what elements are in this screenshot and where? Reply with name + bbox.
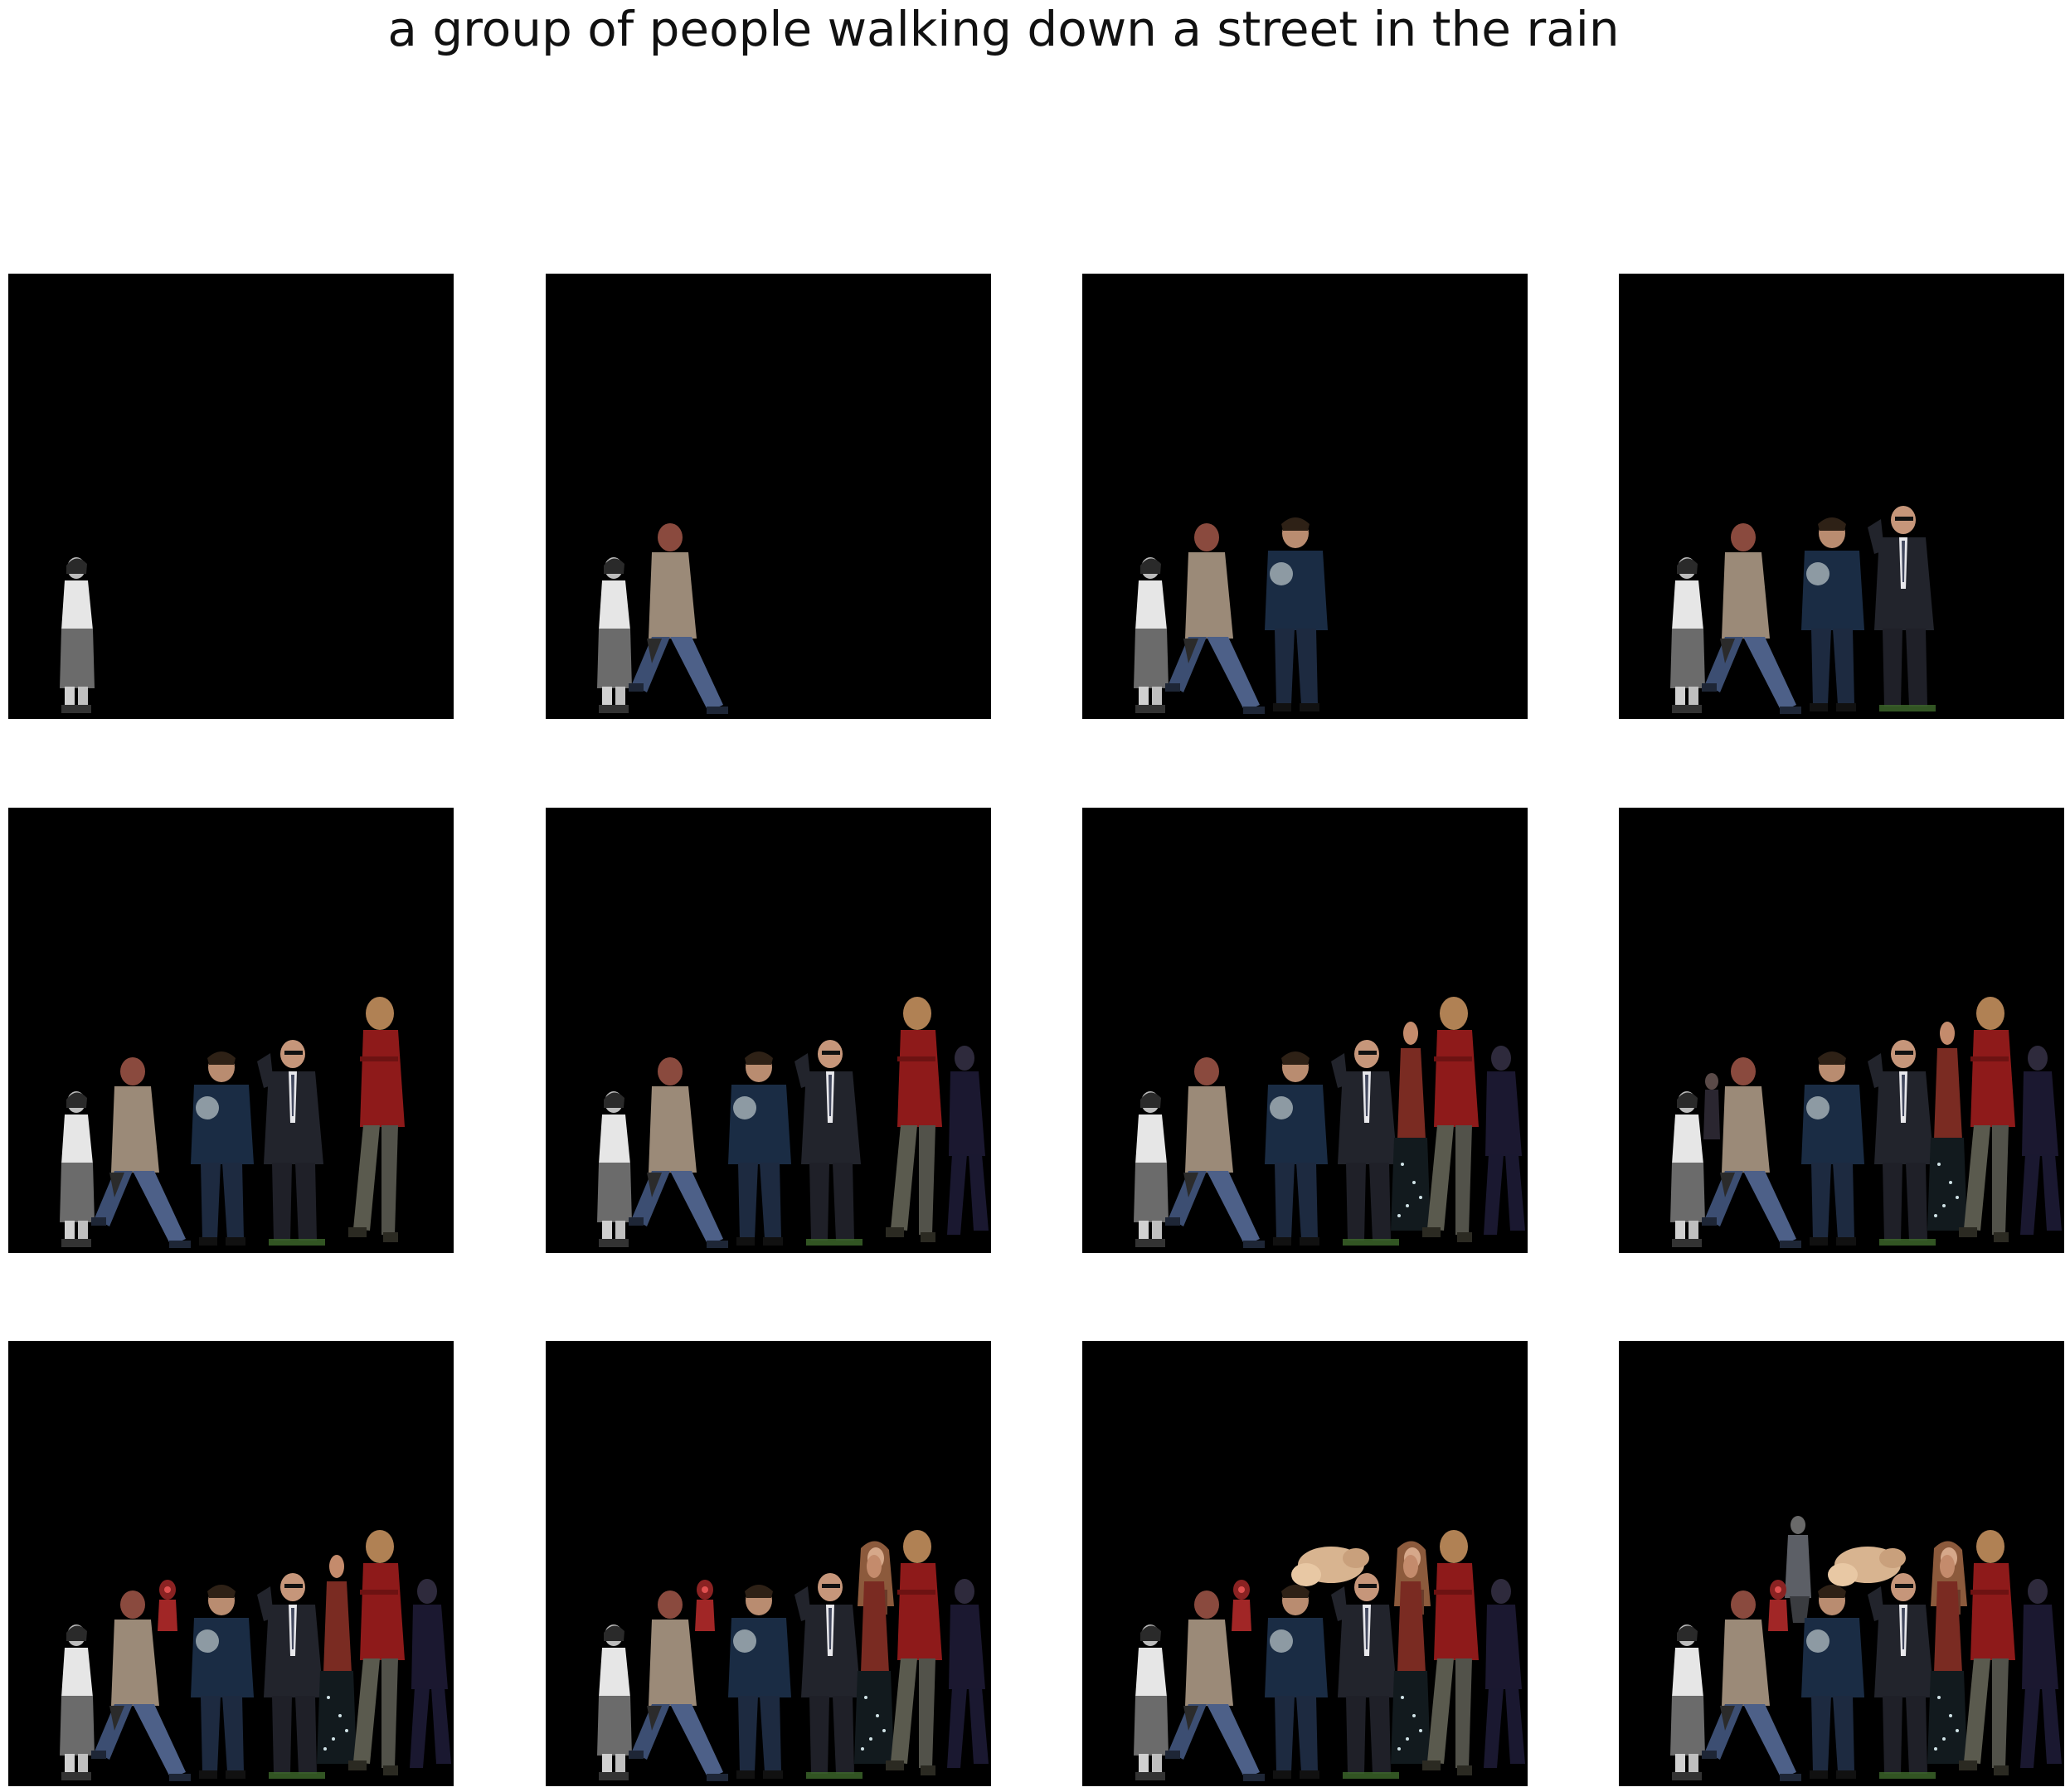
frame-7-scene [1134,997,1525,1248]
frame-10-scene [597,1530,989,1781]
frame-12-scene [1670,1516,2062,1781]
frame-10 [546,1341,991,1786]
frame-8-scene [1670,997,2062,1248]
frame-2 [546,274,991,719]
frame-2-scene [597,523,728,714]
frame-4 [1619,274,2064,719]
frame-5 [8,808,454,1253]
frame-1 [8,274,454,719]
frame-11 [1082,1341,1528,1786]
frame-9-scene [60,1530,451,1781]
frame-8 [1619,808,2064,1253]
frame-1-scene [60,557,95,713]
frame-5-scene [60,997,405,1248]
frame-6 [546,808,991,1253]
frame-7 [1082,808,1528,1253]
frame-9 [8,1341,454,1786]
frame-6-scene [597,997,989,1248]
frame-4-scene [1670,506,1936,714]
figure-title: a group of people walking down a street … [387,1,1620,57]
frame-3 [1082,274,1528,719]
frame-11-scene [1134,1530,1525,1781]
frame-3-scene [1134,517,1328,714]
frame-12 [1619,1341,2064,1786]
woman-white-top [60,557,95,713]
